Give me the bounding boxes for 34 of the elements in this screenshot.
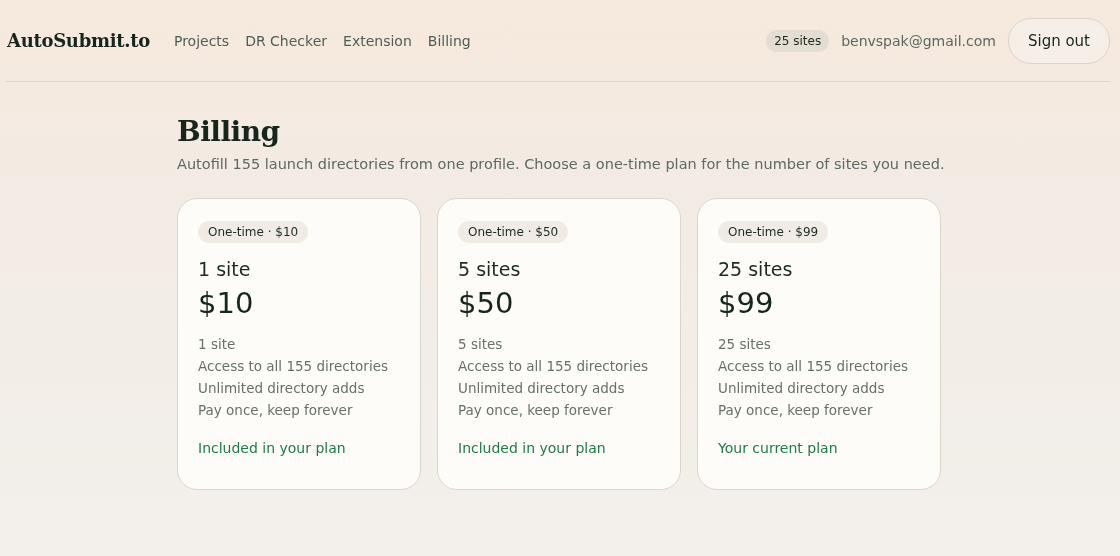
plan-feature: Access to all 155 directories [198,358,388,374]
nav-link[interactable]: Billing [427,32,471,49]
plan-status: Included in your plan [458,440,606,456]
plan-tag: One-time · $99 [718,221,829,243]
plan-price: $99 [718,286,774,320]
plan-status: Your current plan [718,440,838,456]
plan-name: 5 sites [458,258,521,280]
plan-tag: One-time · $10 [198,221,309,243]
plan-feature: Unlimited directory adds [458,380,626,396]
nav-link[interactable]: Extension [343,32,412,49]
user-email: benvspak@gmail.com [841,32,996,49]
page-subtitle: Autofill 155 launch directories from one profile. Choose a one-time plan for the number of sites you need. [177,156,946,172]
plan-feature: 25 sites [718,336,772,352]
plan-feature: 1 site [198,336,237,352]
plan-price: $50 [458,286,514,320]
plan-status: Included in your plan [198,440,346,456]
sites-badge: 25 sites [766,29,830,52]
plan-tag: One-time · $50 [458,221,569,243]
plan-feature: Access to all 155 directories [458,358,648,374]
plan-name: 25 sites [718,258,793,280]
logo[interactable]: AutoSubmit.to [7,30,150,51]
plan-feature: Pay once, keep forever [718,402,874,418]
plan-feature: Unlimited directory adds [718,380,886,396]
nav-link[interactable]: Projects [173,32,230,49]
plan-feature: Pay once, keep forever [458,402,614,418]
plan-feature: Unlimited directory adds [198,380,366,396]
nav-link[interactable]: DR Checker [245,32,328,49]
plan-name: 1 site [198,258,251,280]
plan-feature: 5 sites [458,336,504,352]
page-title: Billing [177,115,281,148]
plan-feature: Pay once, keep forever [198,402,354,418]
plan-price: $10 [198,286,254,320]
plan-feature: Access to all 155 directories [718,358,908,374]
sign-out-button[interactable]: Sign out [1007,17,1110,64]
